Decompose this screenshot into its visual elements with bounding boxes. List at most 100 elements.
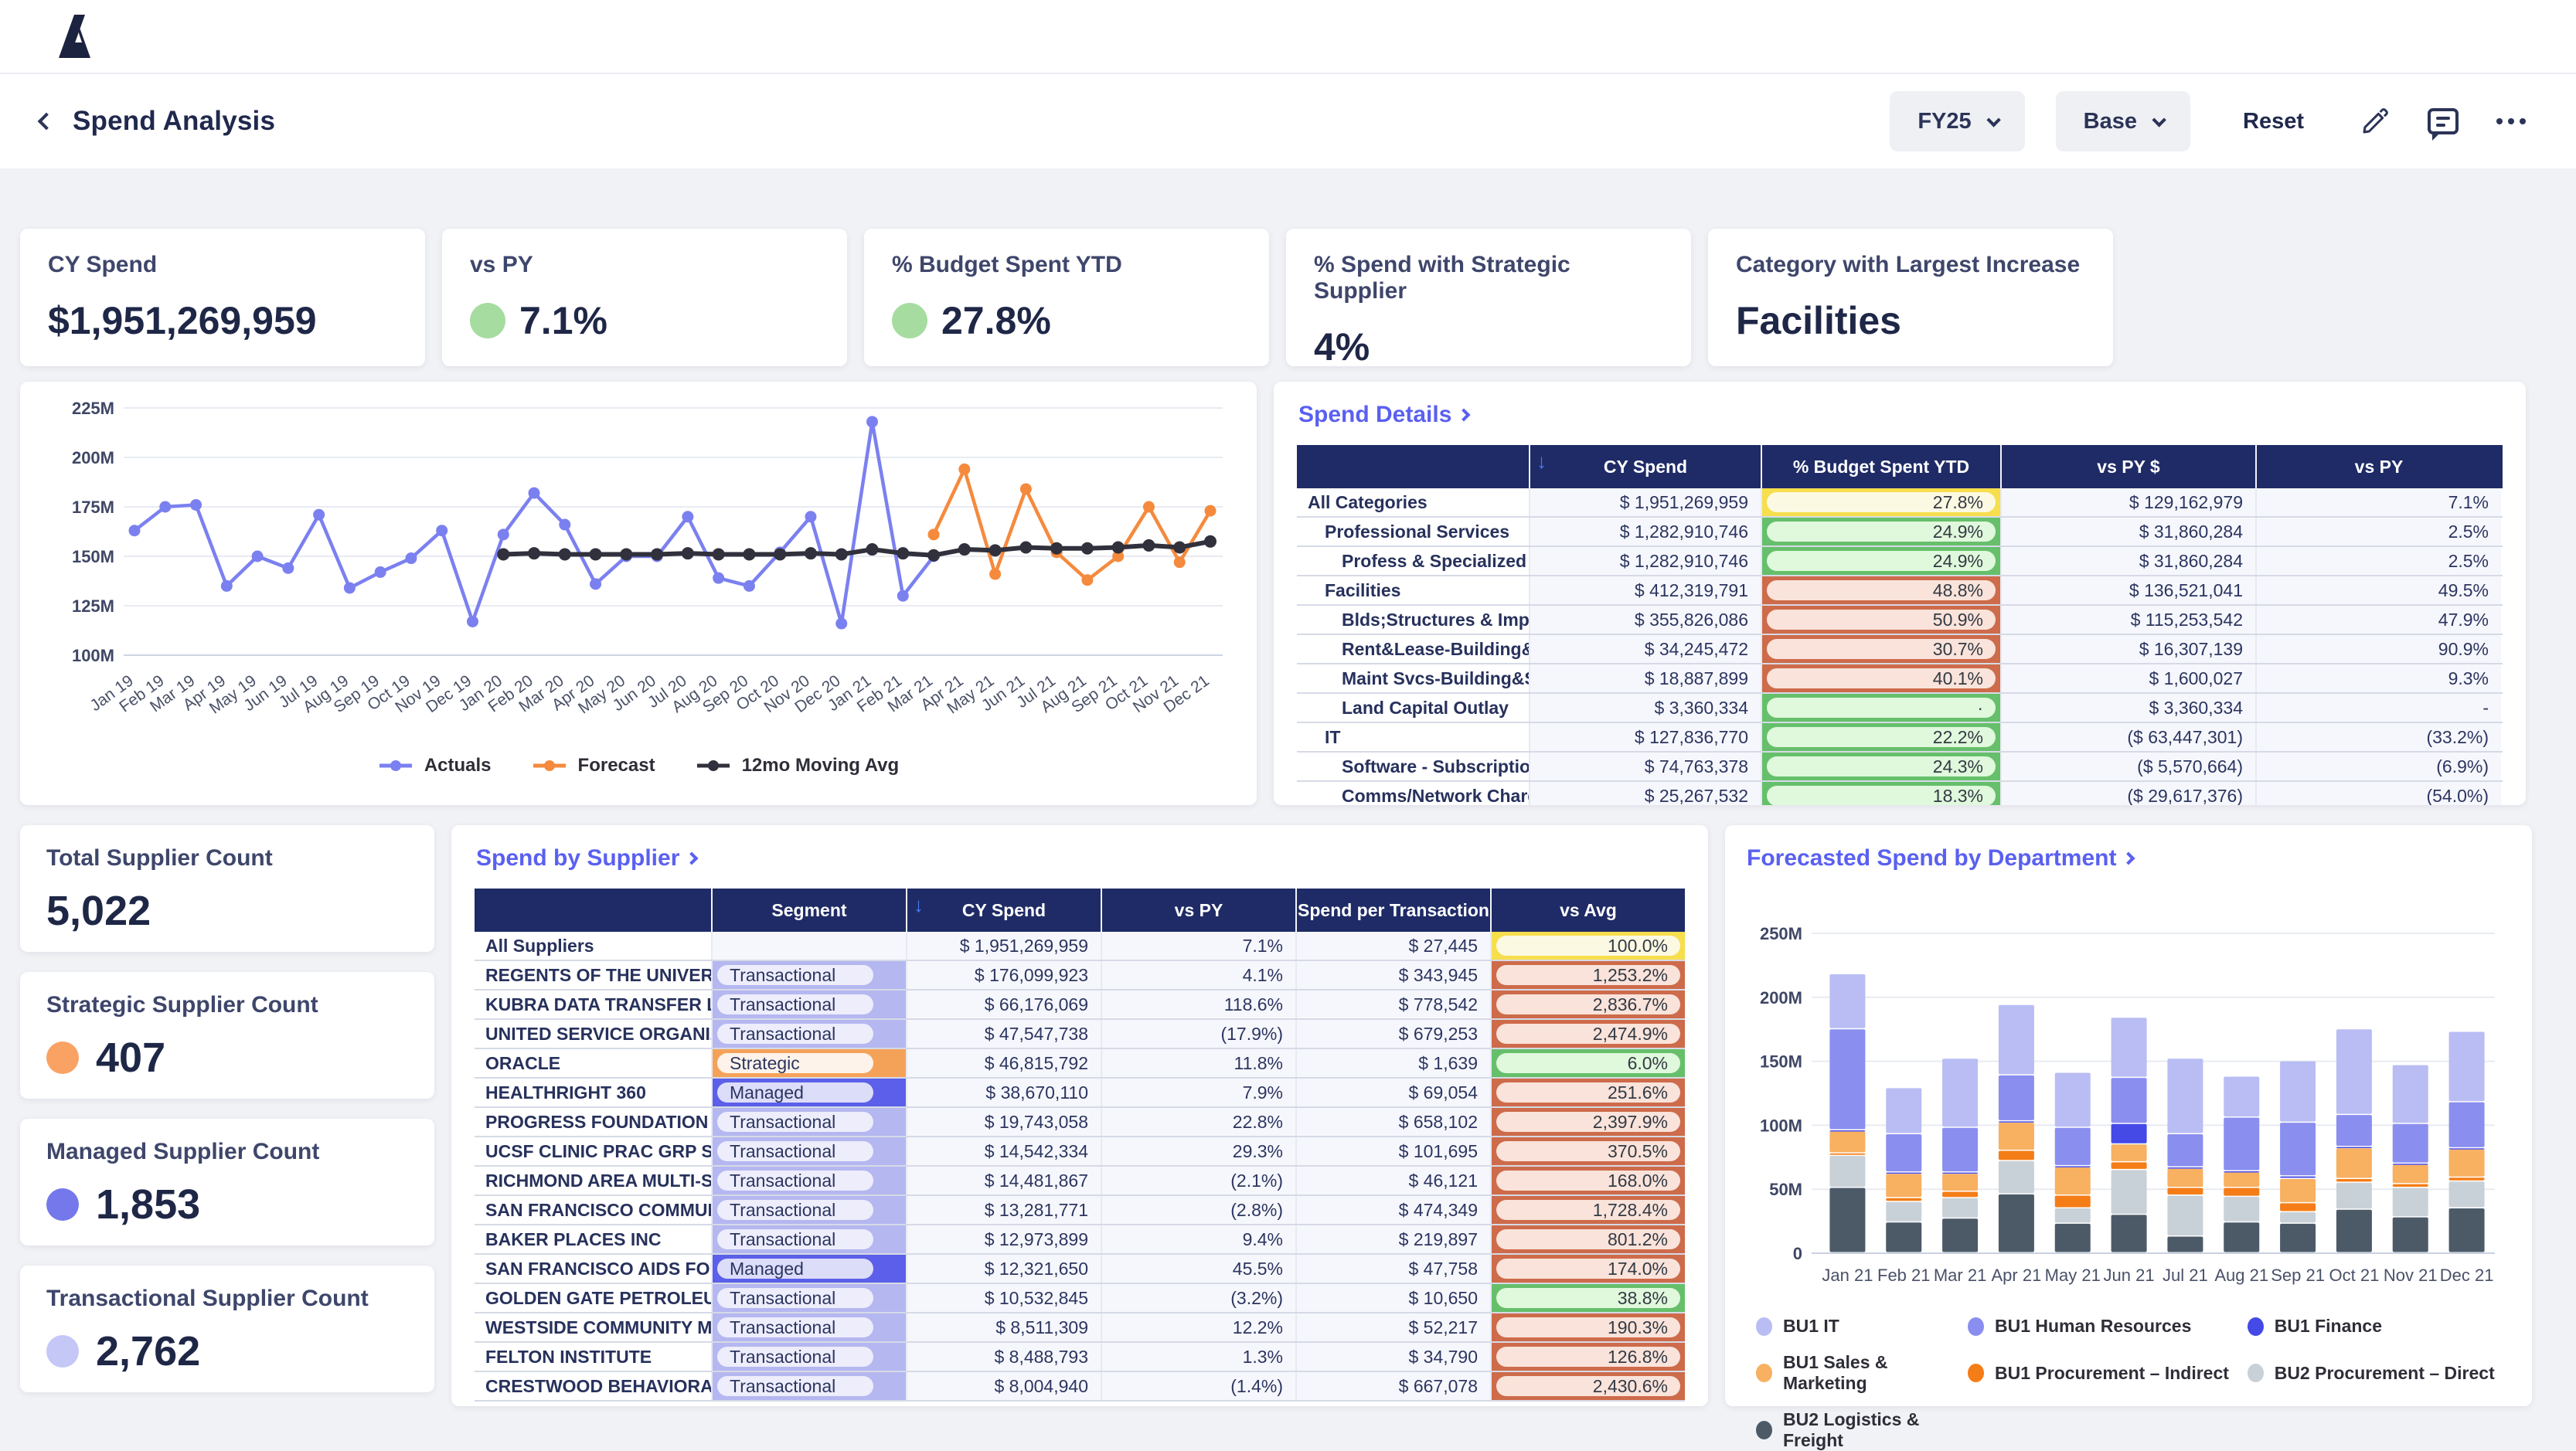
- count-value: 5,022: [46, 887, 408, 935]
- cy-spend-cell: $ 1,282,910,746: [1529, 518, 1761, 545]
- legend-marker-icon: [1968, 1317, 1984, 1336]
- table-row[interactable]: KUBRA DATA TRANSFER LTDTransactional$ 66…: [475, 991, 1685, 1020]
- vs-py-cell: 7.1%: [2255, 488, 2501, 516]
- legend-item[interactable]: BU1 Procurement – Indirect: [1968, 1352, 2248, 1394]
- sort-desc-icon[interactable]: ↓: [914, 893, 924, 917]
- column-header[interactable]: % Budget Spent YTD: [1761, 445, 2000, 488]
- vs-py-cell: (17.9%): [1101, 1020, 1295, 1048]
- supplier-count-card[interactable]: Strategic Supplier Count407: [20, 972, 434, 1099]
- supplier-count-card[interactable]: Transactional Supplier Count2,762: [20, 1266, 434, 1392]
- column-header[interactable]: vs PY: [1101, 889, 1295, 932]
- table-row[interactable]: REGENTS OF THE UNIVERSI...Transactional$…: [475, 961, 1685, 991]
- vs-py-cell: 1.3%: [1101, 1343, 1295, 1371]
- table-row[interactable]: SAN FRANCISCO AIDS FOU...Managed$ 12,321…: [475, 1255, 1685, 1284]
- count-label: Total Supplier Count: [46, 845, 408, 872]
- vs-avg-cell: 251.6%: [1490, 1079, 1685, 1106]
- kpi-card[interactable]: Category with Largest IncreaseFacilities: [1708, 229, 2113, 366]
- table-row[interactable]: WESTSIDE COMMUNITY ME...Transactional$ 8…: [475, 1313, 1685, 1343]
- table-row[interactable]: Blds;Structures & Improve...$ 355,826,08…: [1297, 606, 2503, 635]
- table-row[interactable]: All Categories$ 1,951,269,95927.8%$ 129,…: [1297, 488, 2503, 518]
- column-header[interactable]: vs PY: [2255, 445, 2501, 488]
- segment-pill: Strategic: [713, 1049, 906, 1077]
- kpi-card[interactable]: % Spend with Strategic Supplier4%: [1286, 229, 1691, 366]
- table-row[interactable]: Professional Services$ 1,282,910,74624.9…: [1297, 518, 2503, 547]
- table-row[interactable]: SAN FRANCISCO COMMUNI...Transactional$ 1…: [475, 1196, 1685, 1225]
- table-row[interactable]: FELTON INSTITUTETransactional$ 8,488,793…: [475, 1343, 1685, 1372]
- column-header[interactable]: ↓CY Spend: [906, 889, 1101, 932]
- legend-marker-icon: [378, 760, 413, 771]
- table-row[interactable]: IT$ 127,836,77022.2%($ 63,447,301)(33.2%…: [1297, 723, 2503, 753]
- column-header[interactable]: vs Avg: [1490, 889, 1685, 932]
- table-row[interactable]: Land Capital Outlay$ 3,360,334·$ 3,360,3…: [1297, 694, 2503, 723]
- spend-per-transaction-cell: $ 34,790: [1295, 1343, 1490, 1371]
- period-selector[interactable]: FY25: [1890, 91, 2024, 151]
- vs-py-dollar-cell: $ 31,860,284: [2000, 547, 2255, 575]
- vs-avg-cell: 190.3%: [1490, 1313, 1685, 1341]
- sort-desc-icon[interactable]: ↓: [1536, 450, 1547, 474]
- legend-marker-icon: [1756, 1364, 1772, 1382]
- anaplan-logo-icon[interactable]: [48, 15, 96, 58]
- table-row[interactable]: CRESTWOOD BEHAVIORAL ...Transactional$ 8…: [475, 1372, 1685, 1402]
- kpi-card[interactable]: CY Spend$1,951,269,959: [20, 229, 425, 366]
- spend-trend-card: 100M125M150M175M200M225MJan 19Feb 19Mar …: [20, 382, 1257, 805]
- table-row[interactable]: UCSF CLINIC PRAC GRP SFG...Transactional…: [475, 1137, 1685, 1167]
- supplier-name-cell: REGENTS OF THE UNIVERSI...: [475, 961, 711, 989]
- column-header[interactable]: Spend per Transaction: [1295, 889, 1490, 932]
- table-row[interactable]: Facilities$ 412,319,79148.8%$ 136,521,04…: [1297, 576, 2503, 606]
- category-name-cell: Maint Svcs-Building&Struct...: [1297, 664, 1529, 692]
- legend-item[interactable]: 12mo Moving Avg: [696, 755, 900, 776]
- table-row[interactable]: Software - Subscription$ 74,763,37824.3%…: [1297, 753, 2503, 782]
- column-header-empty[interactable]: [1297, 445, 1529, 488]
- legend-item[interactable]: BU1 IT: [1756, 1316, 1968, 1337]
- column-header-empty[interactable]: [475, 889, 711, 932]
- kpi-pill: ·: [1762, 694, 2000, 722]
- supplier-name-cell: RICHMOND AREA MULTI-SE...: [475, 1167, 711, 1194]
- back-icon[interactable]: [38, 113, 56, 131]
- kpi-card[interactable]: % Budget Spent YTD27.8%: [864, 229, 1269, 366]
- table-row[interactable]: Maint Svcs-Building&Struct...$ 18,887,89…: [1297, 664, 2503, 694]
- table-row[interactable]: UNITED SERVICE ORGANIZA...Transactional$…: [475, 1020, 1685, 1049]
- vs-py-cell: (2.1%): [1101, 1167, 1295, 1194]
- supplier-count-card[interactable]: Managed Supplier Count1,853: [20, 1119, 434, 1245]
- kpi-card[interactable]: vs PY7.1%: [442, 229, 847, 366]
- kpi-pill: 2,397.9%: [1492, 1108, 1685, 1136]
- legend-item[interactable]: BU1 Human Resources: [1968, 1316, 2248, 1337]
- legend-item[interactable]: BU2 Procurement – Direct: [2248, 1352, 2506, 1394]
- cy-spend-cell: $ 8,004,940: [906, 1372, 1101, 1400]
- spend-by-supplier-link[interactable]: Spend by Supplier: [476, 845, 1685, 872]
- table-row[interactable]: PROGRESS FOUNDATIONTransactional$ 19,743…: [475, 1108, 1685, 1137]
- table-row[interactable]: Profess & Specialized Svcs$ 1,282,910,74…: [1297, 547, 2503, 576]
- table-row[interactable]: Comms/Network Charges$ 25,267,53218.3%($…: [1297, 782, 2503, 805]
- table-row[interactable]: BAKER PLACES INCTransactional$ 12,973,89…: [475, 1225, 1685, 1255]
- table-row[interactable]: ORACLEStrategic$ 46,815,79211.8%$ 1,6396…: [475, 1049, 1685, 1079]
- forecast-stacked-bar-chart[interactable]: 050M100M150M200M250MJan 21Feb 21Mar 21Ap…: [1745, 889, 2506, 1298]
- column-header[interactable]: vs PY $: [2000, 445, 2255, 488]
- supplier-count-card[interactable]: Total Supplier Count 5,022: [20, 825, 434, 952]
- spend-details-link[interactable]: Spend Details: [1298, 402, 2503, 428]
- spend-trend-line-chart[interactable]: 100M125M150M175M200M225MJan 19Feb 19Mar …: [42, 396, 1232, 745]
- legend-item[interactable]: Actuals: [378, 755, 492, 776]
- vs-py-cell: (1.4%): [1101, 1372, 1295, 1400]
- table-row[interactable]: GOLDEN GATE PETROLEUMTransactional$ 10,5…: [475, 1284, 1685, 1313]
- table-row[interactable]: All Suppliers$ 1,951,269,9597.1%$ 27,445…: [475, 932, 1685, 961]
- vs-py-dollar-cell: $ 31,860,284: [2000, 518, 2255, 545]
- kpi-pill-value: 48.8%: [1767, 580, 1996, 600]
- more-options-icon[interactable]: [2493, 103, 2530, 140]
- svg-text:Jul 21: Jul 21: [2163, 1266, 2208, 1285]
- table-row[interactable]: RICHMOND AREA MULTI-SE...Transactional$ …: [475, 1167, 1685, 1196]
- table-row[interactable]: Rent&Lease-Building&Struc...$ 34,245,472…: [1297, 635, 2503, 664]
- reset-button[interactable]: Reset: [2243, 109, 2304, 134]
- spend-per-transaction-cell: $ 474,349: [1295, 1196, 1490, 1224]
- legend-item[interactable]: BU2 Logistics & Freight: [1756, 1409, 1968, 1451]
- edit-pencil-icon[interactable]: [2357, 103, 2394, 140]
- kpi-pill: 2,836.7%: [1492, 991, 1685, 1018]
- forecast-by-department-link[interactable]: Forecasted Spend by Department: [1747, 845, 2512, 872]
- legend-item[interactable]: Forecast: [532, 755, 655, 776]
- legend-item[interactable]: BU1 Finance: [2248, 1316, 2506, 1337]
- comment-icon[interactable]: [2425, 103, 2462, 140]
- version-selector[interactable]: Base: [2056, 91, 2190, 151]
- column-header[interactable]: Segment: [711, 889, 906, 932]
- column-header[interactable]: ↓CY Spend: [1529, 445, 1761, 488]
- legend-item[interactable]: BU1 Sales & Marketing: [1756, 1352, 1968, 1394]
- table-row[interactable]: HEALTHRIGHT 360Managed$ 38,670,1107.9%$ …: [475, 1079, 1685, 1108]
